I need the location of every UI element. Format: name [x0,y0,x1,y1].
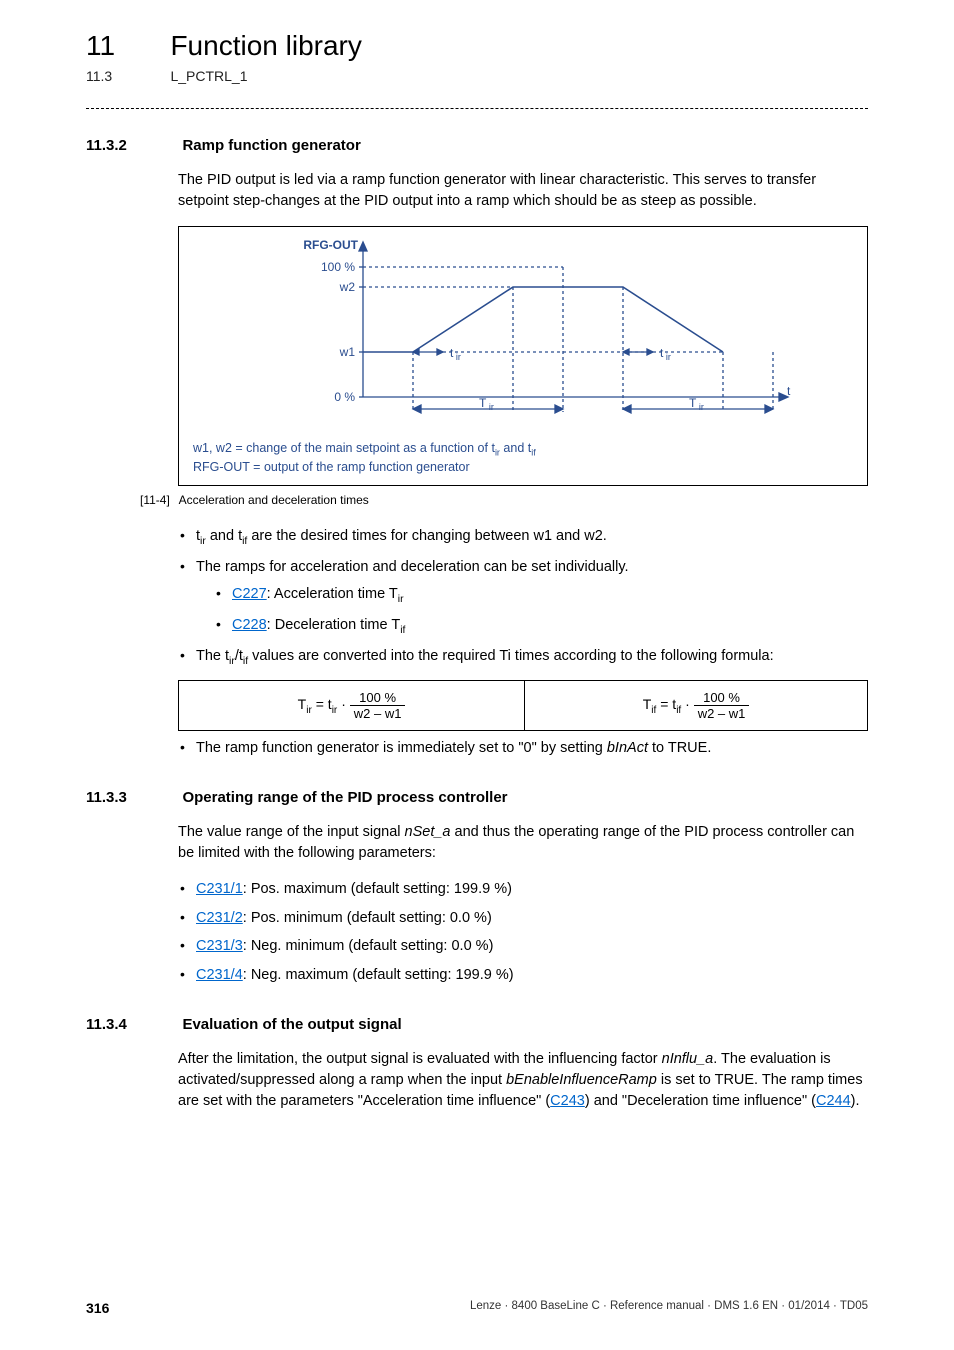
svg-text:w1: w1 [339,345,356,359]
heading-title: Operating range of the PID process contr… [182,789,507,806]
list-item: The ramp function generator is immediate… [178,737,868,759]
heading-number: 11.3.3 [86,789,178,806]
svg-text:T ir: T ir [689,396,704,412]
heading-title: Evaluation of the output signal [182,1016,401,1033]
figure-caption: [11-4] Acceleration and deceleration tim… [140,492,868,509]
formula-tif: Tif = tif · 100 %w2 – w1 [525,680,868,730]
list-item: The tir/tif values are converted into th… [178,645,868,670]
link-c231-1[interactable]: C231/1 [196,881,243,897]
list-item: C231/3: Neg. minimum (default setting: 0… [178,935,868,957]
page-number: 316 [86,1300,109,1316]
section-title: L_PCTRL_1 [170,68,247,84]
link-c227[interactable]: C227 [232,586,267,602]
list-item: C231/1: Pos. maximum (default setting: 1… [178,878,868,900]
footer-meta: Lenze · 8400 BaseLine C · Reference manu… [470,1300,868,1312]
link-c244[interactable]: C244 [816,1093,851,1109]
bullet-list: tir and tif are the desired times for ch… [178,525,868,670]
svg-text:0 %: 0 % [334,390,355,404]
section-11-3-3-heading: 11.3.3 Operating range of the PID proces… [86,789,868,807]
section-11-3-4-heading: 11.3.4 Evaluation of the output signal [86,1016,868,1034]
page-footer: 316 Lenze · 8400 BaseLine C · Reference … [86,1300,868,1316]
heading-title: Ramp function generator [182,137,360,154]
list-item: C228: Deceleration time Tif [214,614,868,639]
svg-text:t ir: t ir [450,346,461,362]
heading-number: 11.3.4 [86,1016,178,1033]
heading-number: 11.3.2 [86,137,178,154]
svg-text:t: t [787,384,791,398]
section-11-3-2-heading: 11.3.2 Ramp function generator [86,137,868,155]
bullet-list: C231/1: Pos. maximum (default setting: 1… [178,878,868,986]
chapter-number: 11 [86,30,166,62]
link-c228[interactable]: C228 [232,617,267,633]
bullet-list: The ramp function generator is immediate… [178,737,868,759]
svg-text:RFG-OUT: RFG-OUT [303,238,358,252]
section-number: 11.3 [86,68,166,84]
ramp-diagram: RFG-OUT 100 % w2 w1 0 % t t ir t ir T ir… [243,237,803,427]
svg-text:t ir: t ir [660,346,671,362]
list-item: tir and tif are the desired times for ch… [178,525,868,550]
body-paragraph: After the limitation, the output signal … [178,1049,868,1112]
formula-table: Tir = tir · 100 %w2 – w1 Tif = tif · 100… [178,680,868,731]
formula-tir: Tir = tir · 100 %w2 – w1 [179,680,525,730]
svg-text:T ir: T ir [479,396,494,412]
svg-text:w2: w2 [339,280,356,294]
link-c243[interactable]: C243 [550,1093,585,1109]
link-c231-2[interactable]: C231/2 [196,910,243,926]
divider [86,108,868,109]
intro-paragraph: The value range of the input signal nSet… [178,822,868,864]
link-c231-4[interactable]: C231/4 [196,967,243,983]
link-c231-3[interactable]: C231/3 [196,938,243,954]
chapter-title: Function library [170,30,361,62]
page-header: 11 Function library 11.3 L_PCTRL_1 [86,30,868,86]
list-item: C227: Acceleration time Tir [214,583,868,608]
figure-11-4: RFG-OUT 100 % w2 w1 0 % t t ir t ir T ir… [178,226,868,486]
intro-paragraph: The PID output is led via a ramp functio… [178,170,868,212]
svg-text:100 %: 100 % [321,260,355,274]
figure-legend: w1, w2 = change of the main setpoint as … [193,440,853,477]
list-item: C231/2: Pos. minimum (default setting: 0… [178,907,868,929]
list-item: The ramps for acceleration and decelerat… [178,556,868,639]
list-item: C231/4: Neg. maximum (default setting: 1… [178,964,868,986]
